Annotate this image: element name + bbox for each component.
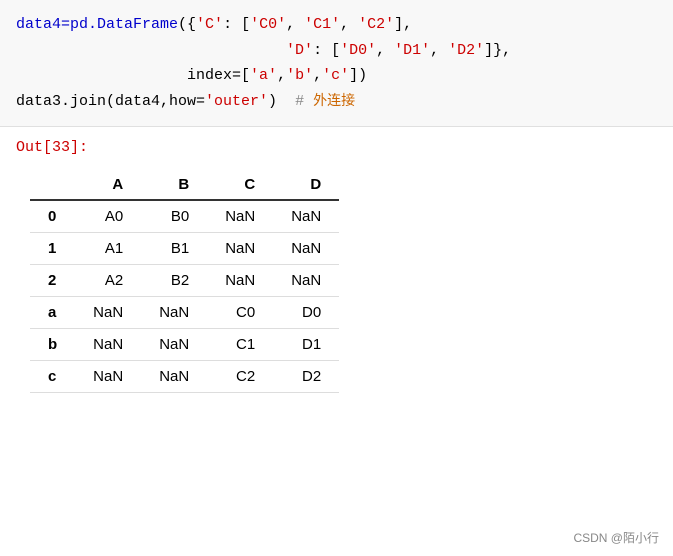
table-row: bNaNNaNC1D1 [30,329,339,361]
output-label: Out[33]: [0,127,673,160]
table-row: aNaNNaNC0D0 [30,297,339,329]
code-text: 'outer' [205,93,268,110]
table-cell-index: 0 [30,200,75,233]
table-cell: NaN [141,329,207,361]
table-cell: NaN [273,200,339,233]
table-cell: NaN [75,297,141,329]
table-header-index [30,170,75,200]
code-line-1: data4=pd.DataFrame({'C': ['C0', 'C1', 'C… [16,12,657,38]
table-cell: A0 [75,200,141,233]
code-text: 'D' [286,42,313,59]
table-cell: A2 [75,265,141,297]
table-cell: NaN [75,361,141,393]
table-row: cNaNNaNC2D2 [30,361,339,393]
code-text: ) [268,93,295,110]
table-cell: NaN [273,233,339,265]
code-text: , [286,16,304,33]
code-text: ], [394,16,412,33]
code-line-4: data3.join(data4,how='outer') # 外连接 [16,89,657,115]
code-text: 'C0' [250,16,286,33]
code-text: DataFrame [97,16,178,33]
code-line-3: index=['a','b','c']) [16,63,657,89]
table-row: 1A1B1NaNNaN [30,233,339,265]
code-text: : [ [313,42,340,59]
table-cell: C0 [207,297,273,329]
code-text: ]) [349,67,367,84]
code-text: , [376,42,394,59]
table-cell: NaN [207,200,273,233]
code-text: , [430,42,448,59]
table-cell-index: 2 [30,265,75,297]
table-row: 0A0B0NaNNaN [30,200,339,233]
table-header-A: A [75,170,141,200]
table-cell: D1 [273,329,339,361]
table-cell: NaN [75,329,141,361]
code-comment-cn: 外连接 [313,92,355,108]
dataframe-container: A B C D 0A0B0NaNNaN1A1B1NaNNaN2A2B2NaNNa… [0,160,673,413]
table-cell: D0 [273,297,339,329]
code-text: , [313,67,322,84]
table-header-D: D [273,170,339,200]
code-text: 'D2' [448,42,484,59]
table-cell: D2 [273,361,339,393]
code-text: 'b' [286,67,313,84]
code-text: 'C1' [304,16,340,33]
table-cell-index: 1 [30,233,75,265]
code-text: 'C' [196,16,223,33]
code-text: : [ [223,16,250,33]
table-cell: B0 [141,200,207,233]
table-cell-index: b [30,329,75,361]
code-block: data4=pd.DataFrame({'C': ['C0', 'C1', 'C… [0,0,673,127]
table-header-C: C [207,170,273,200]
code-text: index=[ [16,67,250,84]
table-row: 2A2B2NaNNaN [30,265,339,297]
table-cell: C2 [207,361,273,393]
table-cell: NaN [273,265,339,297]
code-comment: # [295,93,313,110]
code-line-2: 'D': ['D0', 'D1', 'D2']}, [16,38,657,64]
table-cell: B1 [141,233,207,265]
table-cell: A1 [75,233,141,265]
code-text: data3.join(data4,how= [16,93,205,110]
table-cell: C1 [207,329,273,361]
table-cell: NaN [141,297,207,329]
table-header-row: A B C D [30,170,339,200]
watermark: CSDN @陌小行 [573,529,659,546]
code-text: data4=pd. [16,16,97,33]
table-cell: NaN [207,233,273,265]
code-text: 'D1' [394,42,430,59]
table-header-B: B [141,170,207,200]
code-text: , [340,16,358,33]
code-text: 'a' [250,67,277,84]
table-cell: NaN [207,265,273,297]
code-text: ({ [178,16,196,33]
code-text: , [277,67,286,84]
table-cell: NaN [141,361,207,393]
dataframe-table: A B C D 0A0B0NaNNaN1A1B1NaNNaN2A2B2NaNNa… [30,170,339,393]
table-cell: B2 [141,265,207,297]
code-text [16,42,286,59]
table-cell-index: a [30,297,75,329]
code-text: 'c' [322,67,349,84]
table-cell-index: c [30,361,75,393]
code-text: 'D0' [340,42,376,59]
code-text: 'C2' [358,16,394,33]
code-text: ]}, [484,42,511,59]
